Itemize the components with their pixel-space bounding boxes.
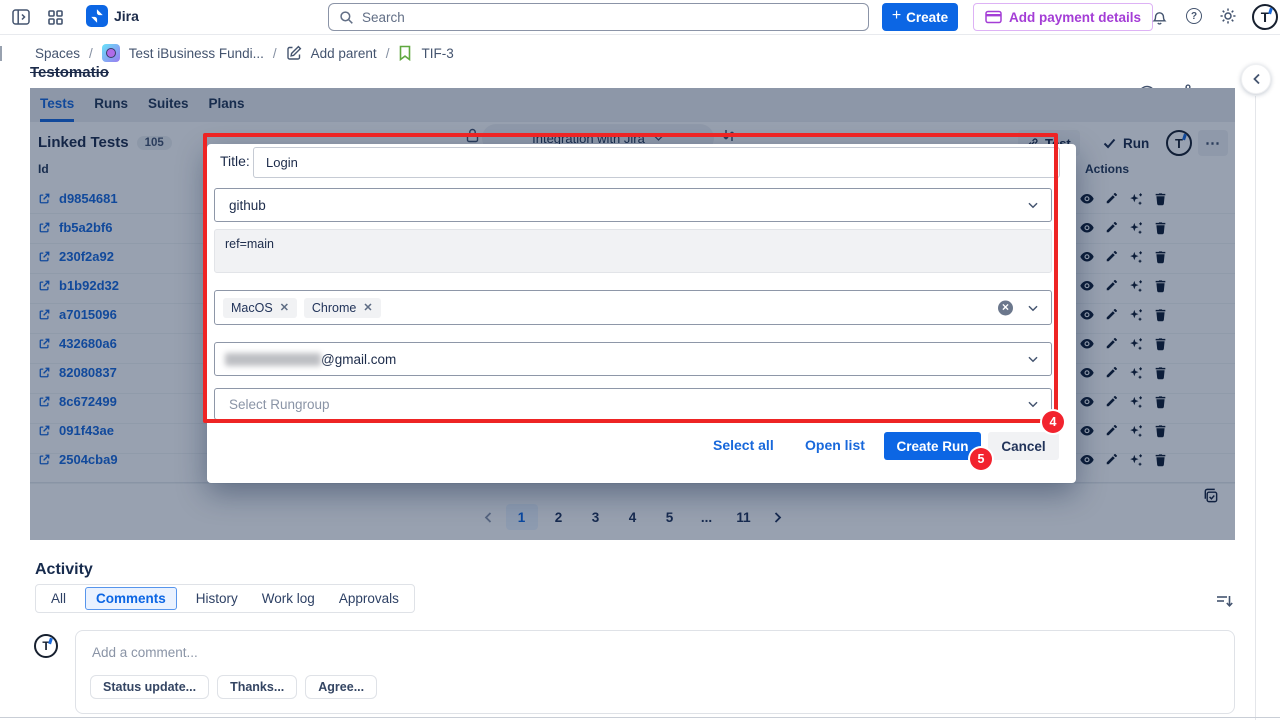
breadcrumb-spaces[interactable]: Spaces bbox=[35, 46, 80, 61]
create-run-button[interactable]: Create Run bbox=[884, 432, 981, 460]
notifications-bell-icon[interactable] bbox=[1150, 8, 1168, 26]
add-payment-details-button[interactable]: Add payment details bbox=[973, 3, 1153, 31]
settings-gear-icon[interactable] bbox=[1219, 7, 1237, 25]
page-title: Testomatio bbox=[30, 64, 109, 81]
chevron-down-icon bbox=[1027, 400, 1039, 409]
edit-icon bbox=[286, 45, 302, 61]
env-tag-chip: Chrome ✕ bbox=[304, 298, 381, 318]
rungroup-select[interactable]: Select Rungroup bbox=[214, 388, 1052, 420]
activity-heading: Activity bbox=[35, 561, 93, 579]
right-panel-divider bbox=[1255, 96, 1256, 720]
plus-icon: + bbox=[892, 7, 901, 25]
product-name: Jira bbox=[114, 8, 139, 24]
credit-card-icon bbox=[985, 10, 1002, 24]
comment-box[interactable]: Add a comment... Status update... Thanks.… bbox=[75, 630, 1235, 714]
chevron-down-icon bbox=[1027, 303, 1039, 312]
quick-reply-status-update-[interactable]: Status update... bbox=[90, 675, 209, 699]
cancel-button[interactable]: Cancel bbox=[988, 432, 1059, 460]
annotation-step-5: 5 bbox=[970, 448, 992, 470]
bottom-divider bbox=[0, 717, 1280, 718]
sort-icon[interactable] bbox=[1216, 593, 1233, 609]
chevron-down-icon bbox=[1027, 201, 1039, 210]
search-input[interactable]: Search bbox=[328, 3, 869, 31]
select-all-link[interactable]: Select all bbox=[713, 437, 774, 453]
collapse-panel-button[interactable] bbox=[1241, 64, 1271, 94]
activity-tabs: All Comments History Work log Approvals bbox=[35, 584, 415, 613]
title-label: Title: bbox=[220, 153, 250, 169]
env-tag-chip: MacOS ✕ bbox=[223, 298, 297, 318]
activity-tab-history[interactable]: History bbox=[191, 587, 243, 610]
activity-tab-work-log[interactable]: Work log bbox=[257, 587, 320, 610]
create-run-modal: Title: Login github ref=main MacOS ✕ Chr… bbox=[207, 144, 1076, 483]
breadcrumb-issue-key[interactable]: TIF-3 bbox=[421, 46, 453, 61]
activity-tab-approvals[interactable]: Approvals bbox=[334, 587, 404, 610]
quick-reply-thanks-[interactable]: Thanks... bbox=[217, 675, 297, 699]
sidebar-toggle-icon[interactable] bbox=[12, 8, 30, 26]
remove-tag-icon[interactable]: ✕ bbox=[280, 301, 289, 314]
env-multiselect[interactable]: MacOS ✕ Chrome ✕ ✕ bbox=[214, 290, 1052, 325]
breadcrumb-bar: Spaces / Test iBusiness Fundi... / Add p… bbox=[0, 34, 1280, 72]
top-nav: Jira Search + Create Add payment details bbox=[0, 0, 1280, 35]
help-icon[interactable]: ? bbox=[1186, 8, 1202, 24]
space-avatar-icon bbox=[102, 44, 120, 62]
open-list-link[interactable]: Open list bbox=[805, 437, 865, 453]
breadcrumb-space-name[interactable]: Test iBusiness Fundi... bbox=[129, 46, 264, 61]
quick-replies: Status update... Thanks... Agree... bbox=[90, 675, 377, 699]
activity-tab-all[interactable]: All bbox=[46, 587, 71, 610]
repo-select[interactable]: github bbox=[214, 188, 1052, 222]
clear-all-icon[interactable]: ✕ bbox=[998, 300, 1013, 315]
jira-logo-icon[interactable] bbox=[86, 5, 108, 27]
jira-page: Jira Search + Create Add payment details bbox=[0, 0, 1280, 720]
search-icon bbox=[339, 10, 354, 25]
run-title-input[interactable]: Login bbox=[253, 147, 1060, 178]
comment-avatar: T bbox=[34, 634, 58, 658]
app-switcher-icon[interactable] bbox=[46, 8, 64, 26]
annotation-step-4: 4 bbox=[1042, 411, 1064, 433]
user-avatar[interactable]: T bbox=[1252, 4, 1278, 30]
assignee-select[interactable]: @gmail.com bbox=[214, 342, 1052, 376]
bookmark-icon bbox=[398, 45, 412, 61]
ref-textarea[interactable]: ref=main bbox=[214, 229, 1052, 273]
quick-reply-agree-[interactable]: Agree... bbox=[305, 675, 377, 699]
remove-tag-icon[interactable]: ✕ bbox=[363, 301, 372, 314]
create-button[interactable]: + Create bbox=[882, 3, 958, 31]
chevron-down-icon bbox=[1027, 355, 1039, 364]
breadcrumb-add-parent[interactable]: Add parent bbox=[311, 46, 377, 61]
env-chips: MacOS ✕ Chrome ✕ bbox=[223, 298, 381, 318]
activity-tab-comments[interactable]: Comments bbox=[85, 587, 177, 610]
search-placeholder: Search bbox=[362, 10, 405, 25]
redacted-email-name bbox=[225, 353, 321, 366]
scroll-mark bbox=[0, 46, 2, 61]
comment-placeholder: Add a comment... bbox=[92, 645, 198, 660]
